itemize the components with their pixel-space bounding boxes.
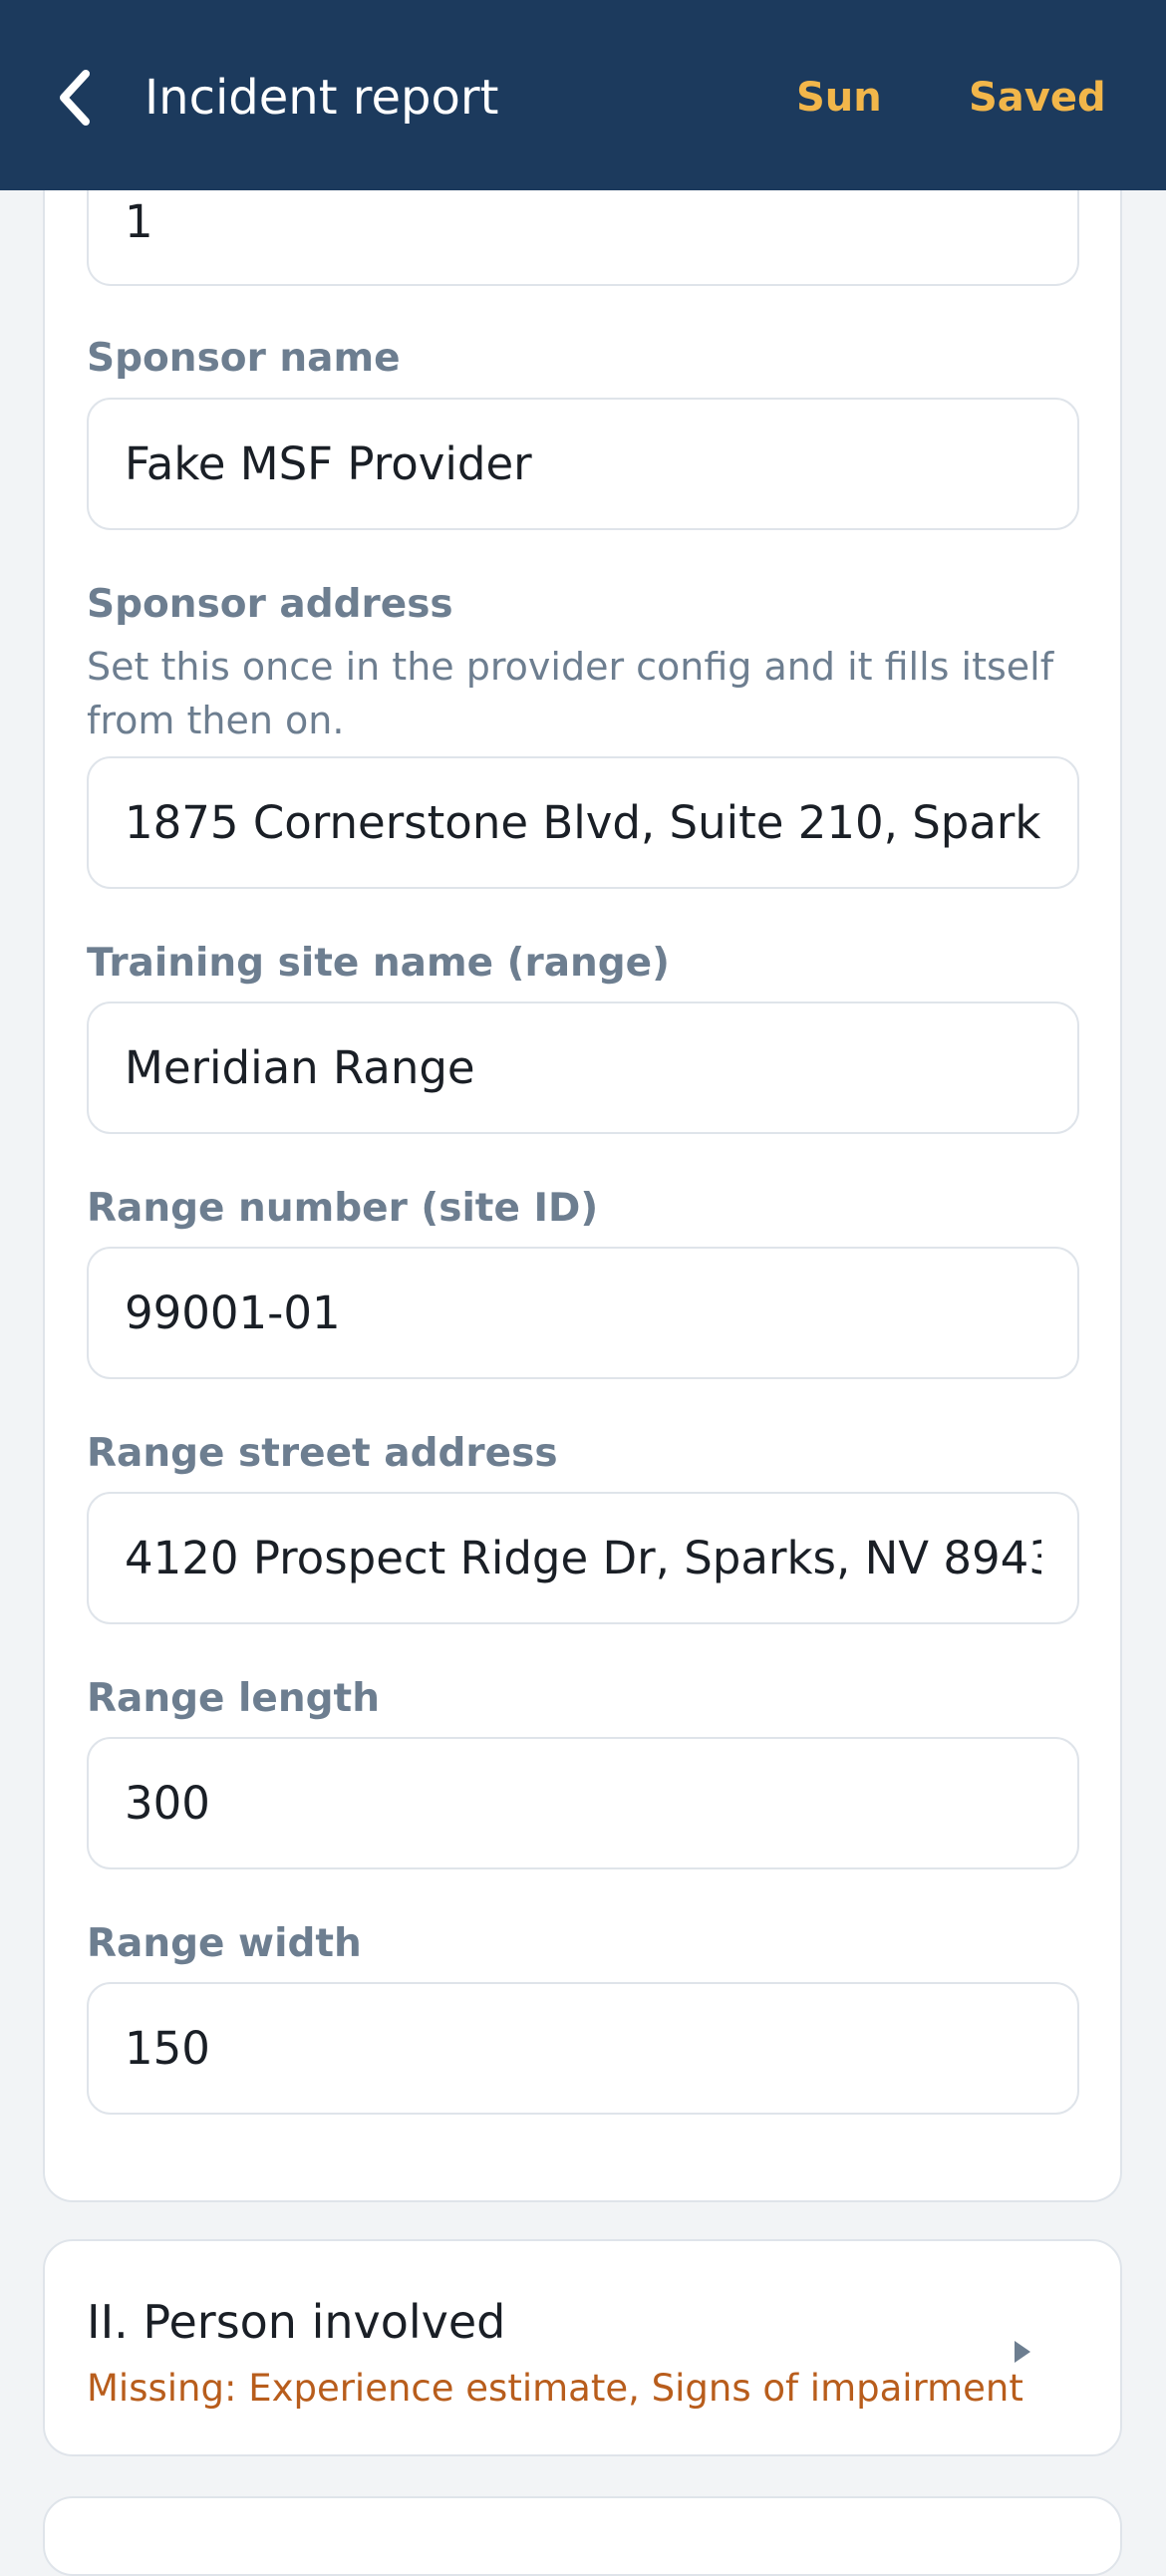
sponsor-address-helper: Set this once in the provider config and… — [87, 645, 1054, 742]
page-title: Incident report — [145, 70, 499, 126]
sponsor-name-label: Sponsor name — [87, 336, 401, 381]
chevron-left-icon — [60, 70, 90, 126]
previous-field-value: 1 — [125, 195, 153, 248]
training-site-name-value: Meridian Range — [125, 1041, 475, 1094]
training-site-name-input[interactable]: Meridian Range — [87, 1002, 1079, 1134]
range-length-value: 300 — [125, 1777, 210, 1830]
training-site-name-label: Training site name (range) — [87, 941, 670, 986]
range-number-value: 99001-01 — [125, 1287, 341, 1339]
sponsor-address-input[interactable]: 1875 Cornerstone Blvd, Suite 210, Sparks… — [87, 756, 1079, 889]
range-street-address-label: Range street address — [87, 1431, 558, 1476]
range-length-input[interactable]: 300 — [87, 1737, 1079, 1869]
back-button[interactable] — [40, 58, 110, 138]
range-number-label: Range number (site ID) — [87, 1186, 599, 1231]
person-involved-title: II. Person involved — [87, 2295, 506, 2349]
saved-status-button[interactable]: Saved — [969, 70, 1106, 126]
next-section-card[interactable] — [43, 2496, 1122, 2576]
sponsor-name-input[interactable]: Fake MSF Provider — [87, 398, 1079, 530]
sponsor-address-value: 1875 Cornerstone Blvd, Suite 210, Sparks… — [125, 796, 1041, 849]
person-involved-missing-note: Missing: Experience estimate, Signs of i… — [87, 2367, 1023, 2410]
range-street-address-value: 4120 Prospect Ridge Dr, Sparks, NV 89434 — [125, 1532, 1041, 1584]
sponsor-address-label: Sponsor address — [87, 582, 453, 627]
app-header: Incident report Sun Saved — [0, 0, 1166, 190]
range-width-label: Range width — [87, 1921, 362, 1966]
range-width-value: 150 — [125, 2022, 210, 2075]
range-number-input[interactable]: 99001-01 — [87, 1247, 1079, 1379]
range-length-label: Range length — [87, 1676, 380, 1721]
range-width-input[interactable]: 150 — [87, 1982, 1079, 2115]
caret-right-icon[interactable] — [1007, 2337, 1036, 2367]
sponsor-name-value: Fake MSF Provider — [125, 437, 532, 490]
sun-mode-button[interactable]: Sun — [796, 70, 882, 126]
range-street-address-input[interactable]: 4120 Prospect Ridge Dr, Sparks, NV 89434 — [87, 1492, 1079, 1624]
